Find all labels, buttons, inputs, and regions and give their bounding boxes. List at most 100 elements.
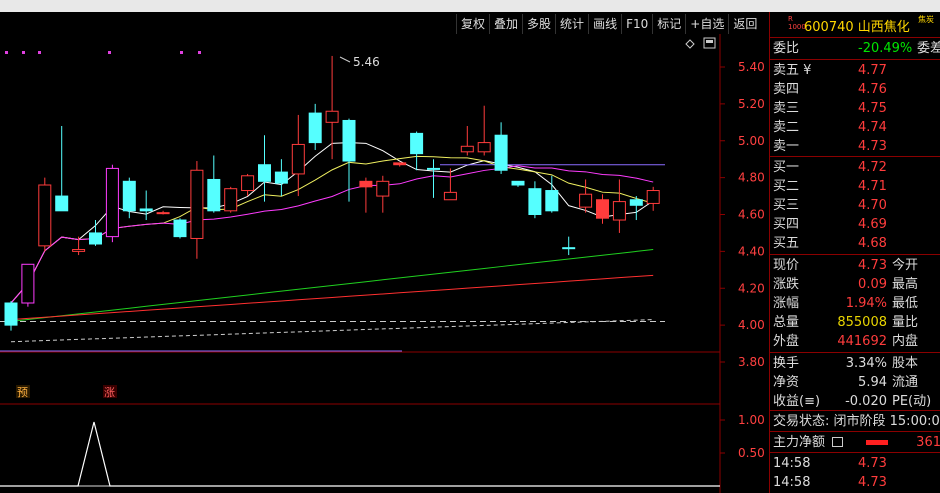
bid-row-label: 买一 bbox=[773, 160, 800, 175]
statistics-button[interactable]: 统计 bbox=[555, 14, 588, 34]
candle bbox=[460, 126, 474, 156]
candle bbox=[308, 103, 322, 150]
quote-row-value: 441692 bbox=[837, 334, 887, 349]
high-marker: 5.46 bbox=[339, 55, 380, 69]
candle-body bbox=[460, 145, 474, 153]
candle-body bbox=[511, 180, 525, 186]
back-button[interactable]: 返回 bbox=[728, 14, 761, 34]
overlay-button[interactable]: 叠加 bbox=[489, 14, 522, 34]
candle bbox=[258, 135, 271, 202]
ask-row-value: 4.73 bbox=[858, 139, 887, 154]
kline-chart[interactable]: 5.40 5.20 5.00 4.80 4.60 4.40 4.20 4.00 3.80 5.4… bbox=[0, 34, 768, 493]
candle bbox=[89, 220, 102, 246]
ask-row-label: 卖五 ¥ bbox=[773, 63, 812, 78]
ma60-line bbox=[10, 249, 654, 322]
candle bbox=[325, 55, 339, 160]
stat-row-label: 收益(≡) bbox=[773, 394, 821, 409]
ask-row-value: 4.76 bbox=[858, 82, 887, 97]
diamond-icon[interactable] bbox=[685, 39, 695, 49]
candle-body bbox=[494, 134, 508, 171]
bid-row: 买二 4.71 bbox=[770, 177, 940, 196]
ask-row: 卖三 4.75 bbox=[770, 99, 940, 118]
window-icon[interactable] bbox=[703, 37, 716, 49]
candle bbox=[596, 194, 609, 224]
stat-row-value: -0.020 bbox=[845, 394, 887, 409]
candle-body bbox=[410, 132, 424, 155]
multi-stock-button[interactable]: 多股 bbox=[522, 14, 555, 34]
svg-text:1.00: 1.00 bbox=[738, 413, 765, 427]
candle bbox=[511, 180, 525, 187]
candle-body bbox=[291, 143, 305, 175]
candle-body bbox=[21, 263, 35, 304]
bid-row-value: 4.70 bbox=[858, 198, 887, 213]
candle-body bbox=[562, 247, 576, 250]
ask-row-value: 4.75 bbox=[858, 101, 887, 116]
candle bbox=[443, 168, 457, 201]
candle-body bbox=[579, 193, 593, 208]
quote-row-label2: 最低 bbox=[892, 296, 919, 311]
candle-body bbox=[393, 162, 407, 166]
stock-header[interactable]: R 1000 600740 山西焦化 焦炭 bbox=[770, 12, 940, 37]
stat-row-label: 净资 bbox=[773, 375, 800, 390]
main-net-row[interactable]: 主力净额 361 bbox=[770, 433, 940, 452]
candle bbox=[528, 181, 542, 219]
quote-row-label2: 最高 bbox=[892, 277, 919, 292]
candle bbox=[410, 131, 424, 171]
quote-row: 现价 4.73 今开 bbox=[770, 256, 940, 275]
bid-row-label: 买三 bbox=[773, 198, 800, 213]
bid-row-label: 买四 bbox=[773, 217, 800, 232]
price-tick-label: 5.20 bbox=[738, 97, 765, 111]
candle-body bbox=[342, 119, 356, 162]
ask-row-label: 卖一 bbox=[773, 139, 800, 154]
price-tick-label: 4.40 bbox=[738, 244, 765, 258]
candle bbox=[629, 196, 643, 221]
indicator-signal-line bbox=[0, 421, 720, 487]
candle-body bbox=[173, 219, 187, 238]
bid-row-value: 4.68 bbox=[858, 236, 887, 251]
ask-row-value: 4.77 bbox=[858, 63, 887, 78]
candle bbox=[291, 114, 305, 197]
stat-row-value: 5.94 bbox=[858, 375, 887, 390]
svg-text:预: 预 bbox=[17, 386, 28, 399]
candle-body bbox=[376, 180, 390, 197]
candle-body bbox=[139, 208, 153, 212]
candle-body bbox=[207, 178, 221, 212]
draw-line-button[interactable]: 画线 bbox=[588, 14, 621, 34]
candle-body bbox=[241, 175, 255, 192]
candle-body bbox=[596, 199, 609, 219]
add-watchlist-button[interactable]: +自选 bbox=[685, 14, 728, 34]
ask-row: 卖五 ¥ 4.77 bbox=[770, 61, 940, 80]
mark-button[interactable]: 标记 bbox=[652, 14, 685, 34]
candle-body bbox=[258, 164, 271, 182]
ask-row-label: 卖三 bbox=[773, 101, 800, 116]
candle-body bbox=[629, 199, 643, 206]
quote-row-label: 现价 bbox=[773, 258, 800, 273]
quote-row-label: 外盘 bbox=[773, 334, 800, 349]
bid-row: 买五 4.68 bbox=[770, 234, 940, 253]
stat-row: 换手 3.34% 股本 bbox=[770, 354, 940, 373]
candle-body bbox=[105, 167, 119, 238]
quote-row-label2: 内盘 bbox=[892, 334, 919, 349]
fuquan-button[interactable]: 复权 bbox=[456, 14, 489, 34]
stock-code-name: 600740 山西焦化 bbox=[804, 20, 910, 35]
ma120-line bbox=[10, 274, 654, 321]
candle-body bbox=[122, 180, 136, 212]
commission-row: 委比 -20.49% 委差 bbox=[773, 41, 940, 56]
stat-row-label2: 流通 bbox=[892, 375, 919, 390]
quote-row: 涨幅 1.94% 最低 bbox=[770, 294, 940, 313]
ask-row: 卖一 4.73 bbox=[770, 137, 940, 156]
table-icon[interactable] bbox=[832, 437, 843, 447]
f10-button[interactable]: F10 bbox=[621, 14, 652, 34]
ask-row-value: 4.74 bbox=[858, 120, 887, 135]
tick-row: 14:58 4.73 bbox=[770, 473, 940, 492]
bid-row: 买三 4.70 bbox=[770, 196, 940, 215]
bid-row-value: 4.69 bbox=[858, 217, 887, 232]
candle bbox=[190, 161, 204, 259]
marker-dots bbox=[5, 51, 201, 54]
stat-row-value: 3.34% bbox=[845, 356, 887, 371]
stat-row: 收益(≡) -0.020 PE(动) bbox=[770, 392, 940, 411]
candle bbox=[477, 105, 491, 156]
candle-body bbox=[72, 249, 86, 252]
sector-tag[interactable]: 焦炭 bbox=[918, 14, 934, 25]
candle bbox=[4, 301, 18, 331]
